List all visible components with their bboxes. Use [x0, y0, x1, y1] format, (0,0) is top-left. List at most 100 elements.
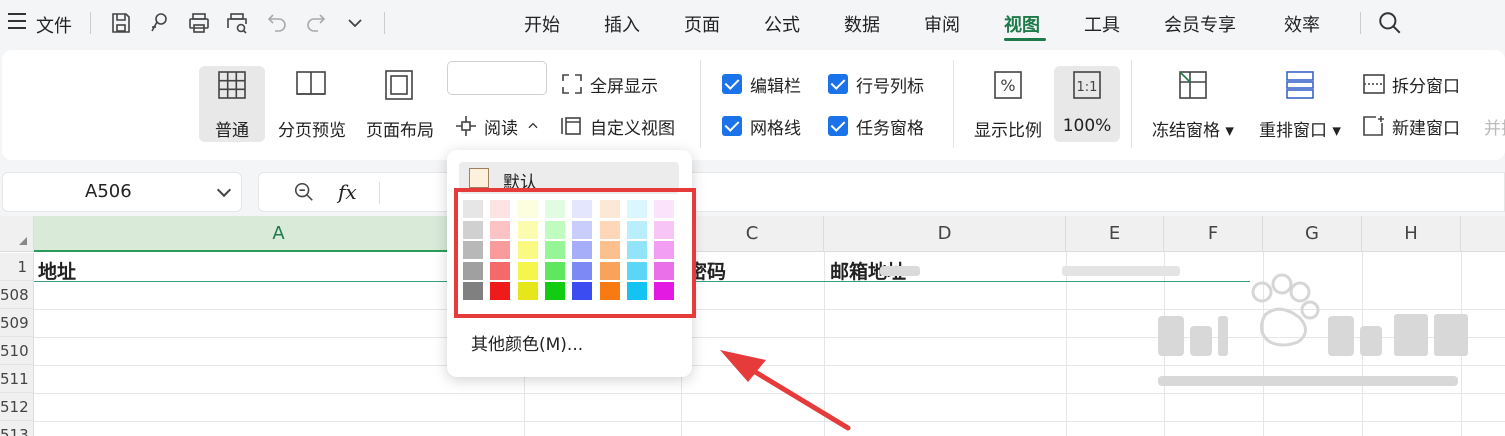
- zoom-out-icon[interactable]: [293, 181, 315, 203]
- one-to-one-icon: 1:1: [1073, 71, 1101, 99]
- chevron-down-icon[interactable]: [216, 182, 232, 198]
- freeze-panes-label: 冻结窗格 ▾: [1152, 121, 1234, 141]
- normal-view-button[interactable]: 普通: [199, 66, 265, 142]
- default-color-swatch: [469, 168, 489, 188]
- baidu-watermark-logo: [1158, 273, 1468, 386]
- row-col-header-label: 行号列标: [856, 76, 924, 97]
- tab-data[interactable]: 数据: [844, 11, 880, 37]
- divider: [379, 182, 380, 204]
- custom-view-button[interactable]: 自定义视图: [560, 112, 675, 140]
- tab-home[interactable]: 开始: [524, 11, 560, 37]
- row-col-header-checkbox[interactable]: 行号列标: [828, 70, 924, 98]
- read-mode-label: 阅读: [484, 118, 518, 139]
- new-window-button[interactable]: 新建窗口: [1362, 112, 1460, 140]
- name-box[interactable]: A506: [2, 172, 242, 212]
- highlight-frame: [454, 188, 696, 318]
- fullscreen-label: 全屏显示: [590, 76, 658, 97]
- tab-tools[interactable]: 工具: [1084, 11, 1120, 37]
- divider: [700, 60, 701, 148]
- menu-bar: 文件 开始 插入 页面 公式 数据 审阅 视图 工具 会员专享 效率: [0, 0, 1505, 46]
- tab-view[interactable]: 视图: [1004, 11, 1040, 37]
- zoom-100-label: 100%: [1062, 116, 1112, 136]
- split-window-label: 拆分窗口: [1392, 76, 1460, 97]
- page-layout-button[interactable]: 页面布局: [366, 66, 434, 142]
- checkbox-checked-icon: [722, 116, 742, 136]
- fullscreen-button[interactable]: 全屏显示: [560, 70, 658, 98]
- gridlines-checkbox[interactable]: 网格线: [722, 112, 801, 140]
- zoom-ratio-label: 显示比例: [974, 121, 1042, 141]
- search-icon[interactable]: [1377, 10, 1403, 36]
- read-mode-control[interactable]: 阅读: [454, 112, 546, 140]
- fx-icon[interactable]: fx: [338, 180, 357, 204]
- split-window-icon: [1363, 74, 1385, 94]
- custom-view-label: 自定义视图: [590, 118, 675, 139]
- divider: [384, 12, 385, 34]
- page-break-preview-button[interactable]: 分页预览: [278, 66, 346, 142]
- chevron-down-icon[interactable]: [342, 10, 368, 36]
- side-by-side-label[interactable]: 并排: [1484, 112, 1505, 140]
- divider: [1360, 12, 1361, 34]
- column-header-h[interactable]: H: [1362, 216, 1461, 252]
- fullscreen-icon: [562, 74, 582, 94]
- zoom-100-button[interactable]: 1:1 100%: [1054, 66, 1120, 142]
- page-break-icon: [296, 71, 326, 95]
- column-header-d[interactable]: D: [824, 216, 1066, 252]
- gridlines-label: 网格线: [750, 118, 801, 139]
- print-icon[interactable]: [186, 10, 212, 36]
- zoom-ratio-button[interactable]: % 显示比例: [968, 66, 1048, 142]
- tab-review[interactable]: 审阅: [924, 11, 960, 37]
- file-menu[interactable]: 文件: [36, 12, 72, 38]
- column-header-g[interactable]: G: [1263, 216, 1362, 252]
- divider: [1131, 60, 1132, 148]
- divider: [90, 12, 91, 34]
- freeze-panes-button[interactable]: 冻结窗格 ▾: [1148, 66, 1238, 142]
- task-pane-label: 任务窗格: [856, 118, 924, 139]
- svg-text:1:1: 1:1: [1077, 80, 1098, 95]
- share-icon[interactable]: [146, 10, 172, 36]
- formula-input[interactable]: [258, 172, 1505, 212]
- chevron-up-icon[interactable]: [526, 119, 540, 133]
- read-mode-button[interactable]: [447, 61, 547, 95]
- page-break-preview-label: 分页预览: [278, 121, 346, 141]
- print-preview-icon[interactable]: [224, 10, 250, 36]
- hamburger-menu-icon[interactable]: [8, 13, 26, 29]
- formula-bar-label: 编辑栏: [750, 76, 801, 97]
- formula-bar: A506 fx: [0, 164, 1505, 216]
- freeze-panes-icon: [1179, 71, 1207, 99]
- checkbox-checked-icon: [828, 116, 848, 136]
- row-header-509[interactable]: 509: [0, 309, 34, 337]
- formula-bar-checkbox[interactable]: 编辑栏: [722, 70, 801, 98]
- tab-insert[interactable]: 插入: [604, 11, 640, 37]
- save-icon[interactable]: [108, 10, 134, 36]
- column-header-e[interactable]: E: [1066, 216, 1164, 252]
- cell-a1[interactable]: 地址: [38, 257, 76, 284]
- blurred-text: [880, 266, 920, 276]
- row-header-512[interactable]: 512: [0, 393, 34, 421]
- split-window-button[interactable]: 拆分窗口: [1362, 70, 1460, 98]
- divider: [953, 60, 954, 148]
- tab-formulas[interactable]: 公式: [764, 11, 800, 37]
- grid-icon: [218, 71, 246, 99]
- name-box-value: A506: [85, 181, 132, 202]
- task-pane-checkbox[interactable]: 任务窗格: [828, 112, 924, 140]
- select-all-corner[interactable]: [0, 216, 34, 252]
- rearrange-window-button[interactable]: 重排窗口 ▾: [1252, 66, 1348, 142]
- column-header-f[interactable]: F: [1164, 216, 1263, 252]
- rearrange-window-label: 重排窗口 ▾: [1259, 121, 1341, 141]
- redo-icon[interactable]: [303, 10, 329, 36]
- more-colors-option[interactable]: 其他颜色(M)...: [471, 330, 583, 355]
- row-header-508[interactable]: 508: [0, 281, 34, 309]
- undo-icon[interactable]: [264, 10, 290, 36]
- active-tab-indicator: [1004, 38, 1046, 41]
- row-header-513[interactable]: 513: [0, 421, 34, 436]
- tab-efficiency[interactable]: 效率: [1284, 11, 1320, 37]
- tab-page[interactable]: 页面: [684, 11, 720, 37]
- column-header-c[interactable]: C: [681, 216, 824, 252]
- row-header-511[interactable]: 511: [0, 365, 34, 393]
- new-window-label: 新建窗口: [1392, 118, 1460, 139]
- row-header-1[interactable]: 1: [0, 253, 34, 281]
- tab-member[interactable]: 会员专享: [1164, 11, 1236, 37]
- column-header-i[interactable]: [1461, 216, 1505, 252]
- row-header-510[interactable]: 510: [0, 337, 34, 365]
- annotation-arrow-icon: [720, 350, 851, 431]
